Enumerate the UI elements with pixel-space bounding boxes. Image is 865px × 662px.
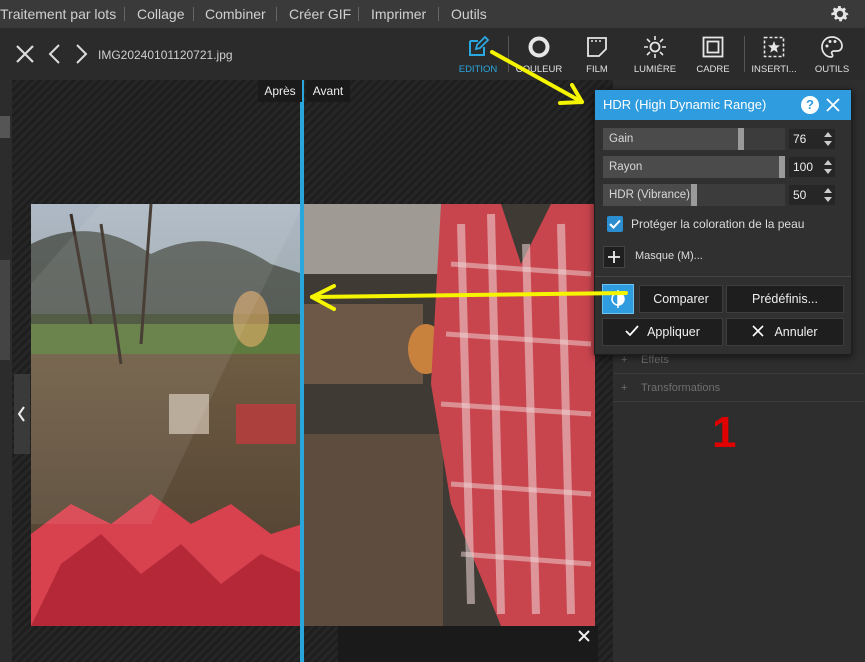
apply-button[interactable]: Appliquer bbox=[602, 318, 723, 346]
chevron-right-icon[interactable] bbox=[70, 42, 92, 66]
insert-star-icon bbox=[763, 36, 785, 58]
spinner-arrows-icon[interactable] bbox=[823, 130, 833, 148]
tool-label: EDITION bbox=[458, 64, 498, 75]
presets-button[interactable]: Prédéfinis... bbox=[726, 285, 844, 313]
menu-create-gif[interactable]: Créer GIF bbox=[289, 0, 351, 28]
gain-slider[interactable]: Gain bbox=[603, 128, 785, 150]
hdr-dialog: HDR (High Dynamic Range) ? Gain 76 Rayon… bbox=[594, 89, 852, 355]
menu-combine[interactable]: Combiner bbox=[205, 0, 266, 28]
spinner-arrows-icon[interactable] bbox=[823, 186, 833, 204]
button-label: Annuler bbox=[774, 325, 818, 339]
compare-button[interactable]: Comparer bbox=[639, 285, 723, 313]
cancel-button[interactable]: Annuler bbox=[726, 318, 844, 346]
chevron-left-icon bbox=[17, 406, 25, 422]
vibrance-slider[interactable]: HDR (Vibrance) bbox=[603, 184, 785, 206]
button-label: Prédéfinis... bbox=[751, 292, 818, 306]
tool-edition[interactable]: EDITION bbox=[450, 28, 506, 80]
menu-tools[interactable]: Outils bbox=[451, 0, 487, 28]
button-label: Appliquer bbox=[647, 325, 700, 339]
gear-icon[interactable] bbox=[829, 3, 851, 25]
tool-light[interactable]: LUMIÈRE bbox=[627, 28, 683, 80]
button-label: Comparer bbox=[653, 292, 709, 306]
section-label: Transformations bbox=[641, 382, 721, 394]
panel-section-transformations[interactable]: + Transformations bbox=[613, 374, 865, 402]
thumbnail-strip bbox=[338, 626, 598, 662]
photo-image bbox=[31, 204, 595, 626]
dialog-divider bbox=[595, 276, 851, 277]
color-circle-icon bbox=[528, 36, 550, 58]
slider-thumb[interactable] bbox=[691, 184, 697, 206]
tool-label: OUTILS bbox=[814, 64, 850, 75]
tool-frame[interactable]: CADRE bbox=[685, 28, 741, 80]
menu-separator bbox=[276, 7, 277, 21]
mask-label[interactable]: Masque (M)... bbox=[635, 250, 703, 262]
file-name: IMG20240101120721.jpg bbox=[98, 48, 233, 62]
tool-tools[interactable]: OUTILS bbox=[804, 28, 860, 80]
slider-label: HDR (Vibrance) bbox=[609, 189, 690, 201]
sun-icon bbox=[644, 36, 666, 58]
previous-image-handle[interactable] bbox=[14, 374, 30, 454]
section-label: Effets bbox=[641, 354, 669, 366]
photo-preview[interactable] bbox=[31, 204, 595, 626]
chevron-left-icon[interactable] bbox=[44, 42, 66, 66]
spinner-arrows-icon[interactable] bbox=[823, 158, 833, 176]
slider-label: Gain bbox=[609, 133, 634, 145]
radius-slider[interactable]: Rayon bbox=[603, 156, 785, 178]
film-icon bbox=[587, 37, 607, 57]
annotation-number: 1 bbox=[712, 408, 737, 457]
menu-print[interactable]: Imprimer bbox=[371, 0, 426, 28]
close-icon[interactable] bbox=[825, 97, 841, 113]
tool-film[interactable]: FILM bbox=[569, 28, 625, 80]
close-icon bbox=[752, 325, 765, 337]
tool-color[interactable]: COULEUR bbox=[511, 28, 567, 80]
menu-separator bbox=[193, 7, 194, 21]
menu-separator bbox=[438, 7, 439, 21]
compare-split-icon bbox=[611, 290, 625, 308]
slider-label: Rayon bbox=[609, 161, 643, 173]
help-icon[interactable]: ? bbox=[801, 96, 819, 114]
tool-insert[interactable]: INSERTI... bbox=[746, 28, 802, 80]
dialog-header: HDR (High Dynamic Range) ? bbox=[595, 90, 851, 120]
protect-skin-label[interactable]: Protéger la coloration de la peau bbox=[631, 217, 804, 231]
close-icon[interactable] bbox=[576, 628, 592, 644]
dialog-title: HDR (High Dynamic Range) bbox=[603, 97, 767, 112]
compare-toggle-button[interactable] bbox=[602, 284, 634, 314]
frame-icon bbox=[702, 36, 724, 58]
plus-icon bbox=[608, 251, 620, 263]
top-menu-bar: Traitement par lots Collage Combiner Cré… bbox=[0, 0, 865, 28]
plus-icon: + bbox=[621, 382, 628, 394]
slider-thumb[interactable] bbox=[779, 156, 785, 178]
left-sidebar-strip bbox=[0, 80, 12, 662]
before-label: Avant bbox=[306, 80, 350, 102]
menu-separator bbox=[358, 7, 359, 21]
close-icon[interactable] bbox=[14, 42, 36, 66]
slider-thumb[interactable] bbox=[738, 128, 744, 150]
checkmark-icon bbox=[625, 325, 639, 337]
checkmark-icon bbox=[609, 219, 621, 229]
palette-icon bbox=[821, 36, 843, 58]
tool-label: CADRE bbox=[696, 64, 730, 75]
protect-skin-checkbox[interactable] bbox=[607, 216, 623, 232]
after-label: Après bbox=[258, 80, 302, 102]
editor-window: { "menu": { "items": ["Traitement par lo… bbox=[0, 0, 865, 662]
menu-batch-processing[interactable]: Traitement par lots bbox=[0, 0, 116, 28]
mask-add-button[interactable] bbox=[603, 246, 625, 268]
editor-toolbar: IMG20240101120721.jpg EDITION COULEUR FI… bbox=[0, 28, 865, 80]
menu-collage[interactable]: Collage bbox=[137, 0, 184, 28]
pencil-square-icon bbox=[469, 35, 490, 56]
compare-split-divider[interactable] bbox=[300, 80, 304, 662]
menu-separator bbox=[124, 7, 125, 21]
